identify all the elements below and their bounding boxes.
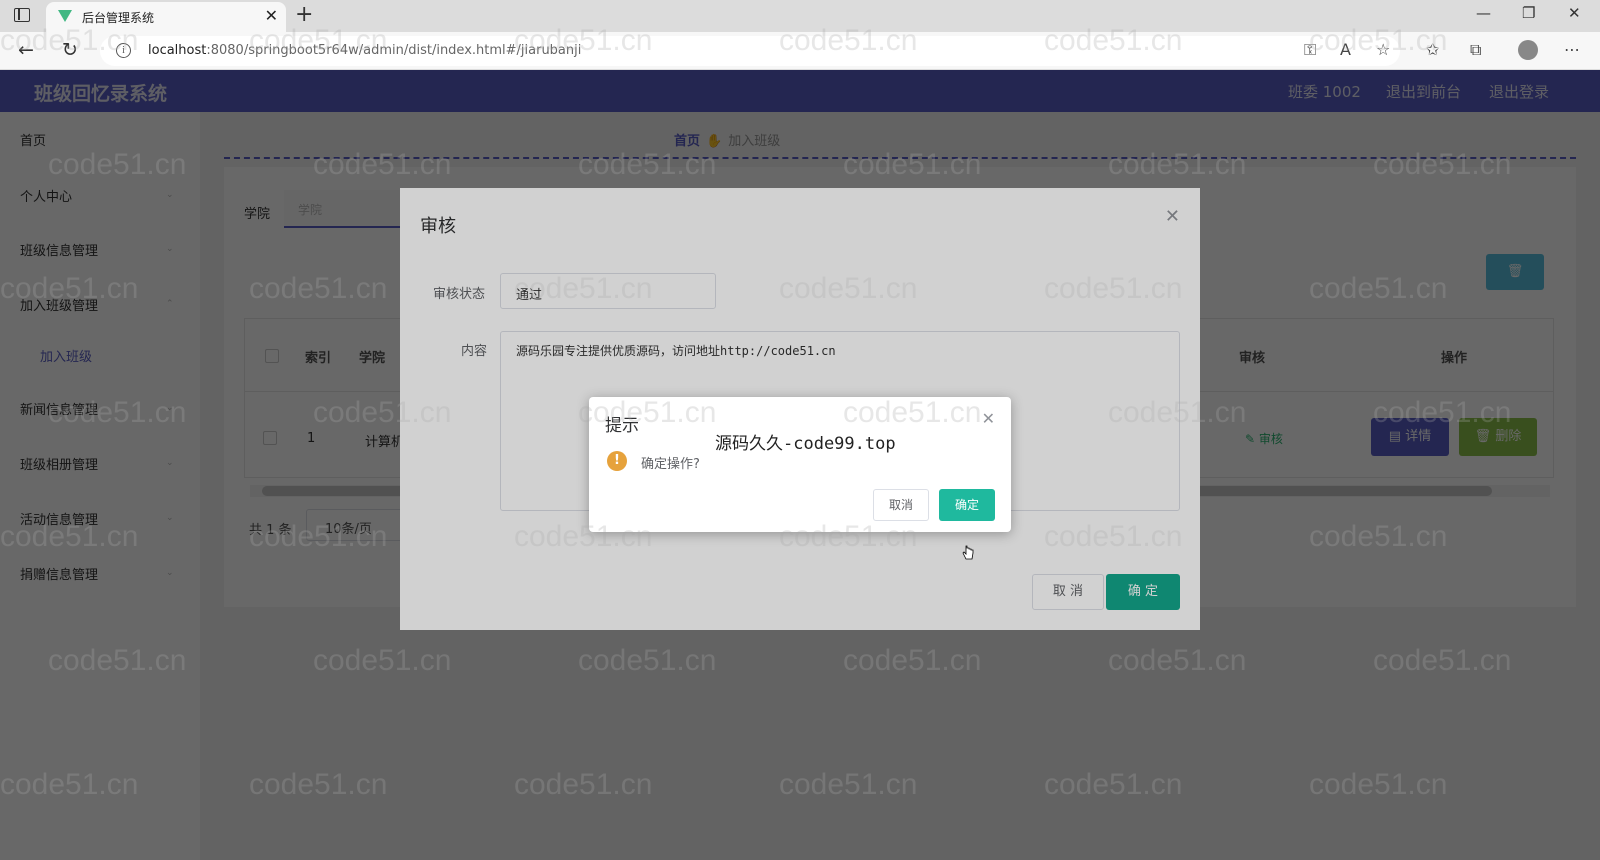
- profile-avatar-icon[interactable]: [1518, 40, 1538, 60]
- confirm-ok-button[interactable]: 确定: [939, 489, 995, 521]
- browser-tab[interactable]: 后台管理系统 ✕: [46, 2, 286, 32]
- confirm-message: 确定操作?: [641, 457, 700, 472]
- url-text: localhost:8080/springboot5r64w/admin/dis…: [148, 43, 582, 58]
- close-tab-icon[interactable]: ✕: [265, 6, 278, 25]
- warning-icon: !: [607, 451, 627, 471]
- restore-icon[interactable]: ❐: [1522, 4, 1535, 22]
- read-aloud-icon[interactable]: A: [1340, 40, 1351, 59]
- url-field[interactable]: i localhost:8080/springboot5r64w/admin/d…: [100, 36, 1400, 66]
- hand-cursor-icon: [962, 545, 974, 560]
- key-icon[interactable]: ⚿: [1304, 40, 1316, 60]
- confirm-cancel-button[interactable]: 取消: [873, 489, 929, 521]
- close-window-icon[interactable]: ✕: [1568, 4, 1581, 22]
- brand-text-overlay: 源码久久-code99.top: [715, 434, 896, 454]
- new-tab-icon[interactable]: +: [295, 2, 313, 27]
- close-icon[interactable]: ✕: [982, 409, 995, 428]
- more-icon[interactable]: ⋯: [1564, 40, 1580, 59]
- refresh-icon[interactable]: ↻: [62, 39, 78, 61]
- confirm-title: 提示: [605, 416, 639, 436]
- browser-tab-bar: 后台管理系统 ✕ + — ❐ ✕: [0, 0, 1600, 32]
- collections-icon[interactable]: ⧉: [1470, 40, 1481, 60]
- tab-actions-icon[interactable]: [14, 8, 30, 22]
- info-icon[interactable]: i: [116, 43, 131, 58]
- favorite-add-icon[interactable]: ☆: [1376, 40, 1390, 59]
- tab-title: 后台管理系统: [82, 11, 155, 25]
- minimize-icon[interactable]: —: [1476, 4, 1491, 22]
- confirm-dialog: 提示 ✕ ! 确定操作? 取消 确定: [589, 397, 1011, 532]
- back-icon[interactable]: ←: [18, 39, 34, 61]
- address-bar: ← ↻ i localhost:8080/springboot5r64w/adm…: [0, 32, 1600, 70]
- favorites-icon[interactable]: ✩: [1426, 40, 1439, 59]
- vue-logo-icon: [58, 10, 72, 22]
